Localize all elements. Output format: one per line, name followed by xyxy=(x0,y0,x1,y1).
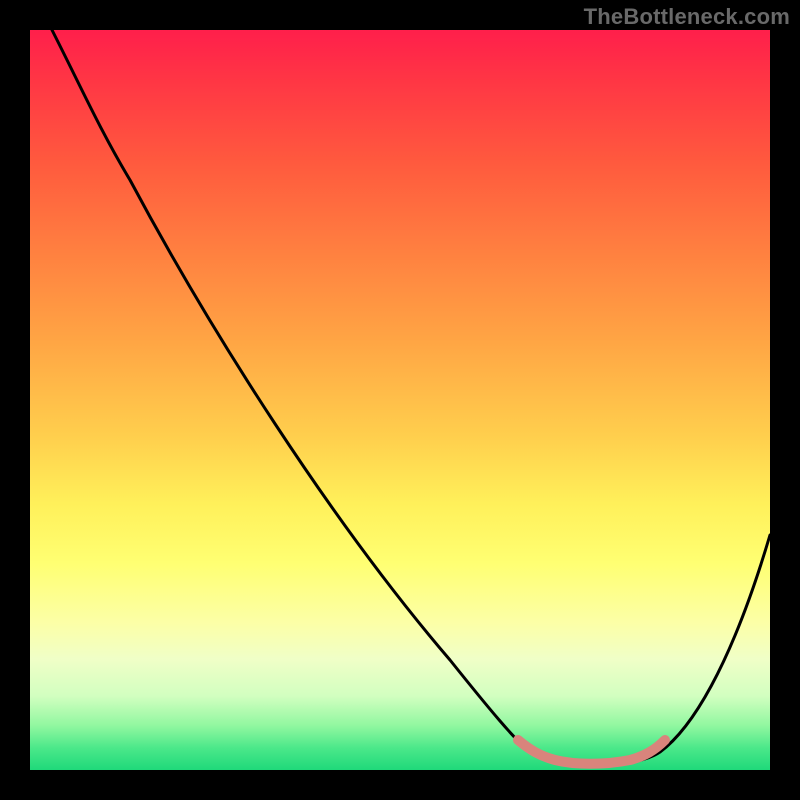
bottleneck-curve xyxy=(52,30,770,765)
curve-layer xyxy=(30,30,770,770)
optimal-flat-region xyxy=(518,740,665,764)
chart-canvas: TheBottleneck.com xyxy=(0,0,800,800)
plot-area xyxy=(30,30,770,770)
watermark-text: TheBottleneck.com xyxy=(584,4,790,30)
